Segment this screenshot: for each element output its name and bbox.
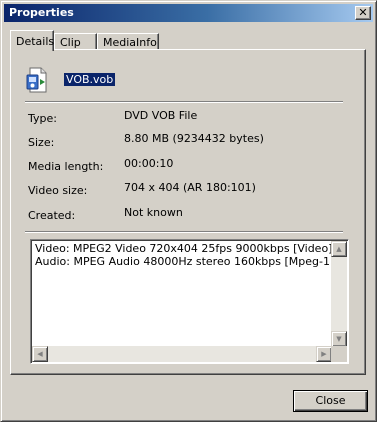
media-length-label: Media length: [28,160,104,173]
stream-info-line: Audio: MPEG Audio 48000Hz stereo 160kbps… [35,255,335,268]
tab-mediainfo[interactable]: MediaInfo [97,33,159,50]
created-label: Created: [28,209,76,222]
size-label: Size: [28,136,55,149]
size-value: 8.80 MB (9234432 bytes) [124,132,264,145]
title-close-button[interactable]: ✕ [355,6,371,20]
scroll-left-button[interactable]: ◀ [32,346,48,362]
tab-clip[interactable]: Clip [54,33,97,50]
video-size-value: 704 x 404 (AR 180:101) [124,181,256,194]
scroll-down-button[interactable]: ▼ [331,331,347,347]
scroll-up-button[interactable]: ▲ [331,241,347,257]
details-panel: VOB.vob Type: DVD VOB File Size: 8.80 MB… [10,49,366,375]
horizontal-scrollbar[interactable]: ◀ ▶ [32,346,332,362]
close-icon: ✕ [358,6,368,19]
arrow-right-icon: ▶ [321,350,327,358]
media-length-value: 00:00:10 [124,157,174,170]
separator [25,231,343,233]
stream-info-line: Video: MPEG2 Video 720x404 25fps 9000kbp… [35,242,333,255]
scroll-right-button[interactable]: ▶ [316,346,332,362]
separator [25,101,343,103]
stream-info-textbox[interactable]: Video: MPEG2 Video 720x404 25fps 9000kbp… [30,239,349,364]
arrow-down-icon: ▼ [336,335,342,343]
vertical-scrollbar[interactable]: ▲ ▼ [331,241,347,347]
type-label: Type: [28,112,57,125]
close-button[interactable]: Close [293,390,368,412]
video-size-label: Video size: [28,184,88,197]
window-title: Properties [9,6,74,19]
arrow-up-icon: ▲ [336,245,342,253]
title-bar[interactable]: Properties ✕ [4,4,373,22]
created-value: Not known [124,206,183,219]
arrow-left-icon: ◀ [37,350,43,358]
tab-details[interactable]: Details [10,30,54,51]
video-file-icon [26,67,47,93]
properties-dialog: Properties ✕ Details Clip MediaInfo VOB.… [0,0,377,422]
file-name[interactable]: VOB.vob [64,73,116,86]
scrollbar-corner [331,346,347,362]
type-value: DVD VOB File [124,109,198,122]
